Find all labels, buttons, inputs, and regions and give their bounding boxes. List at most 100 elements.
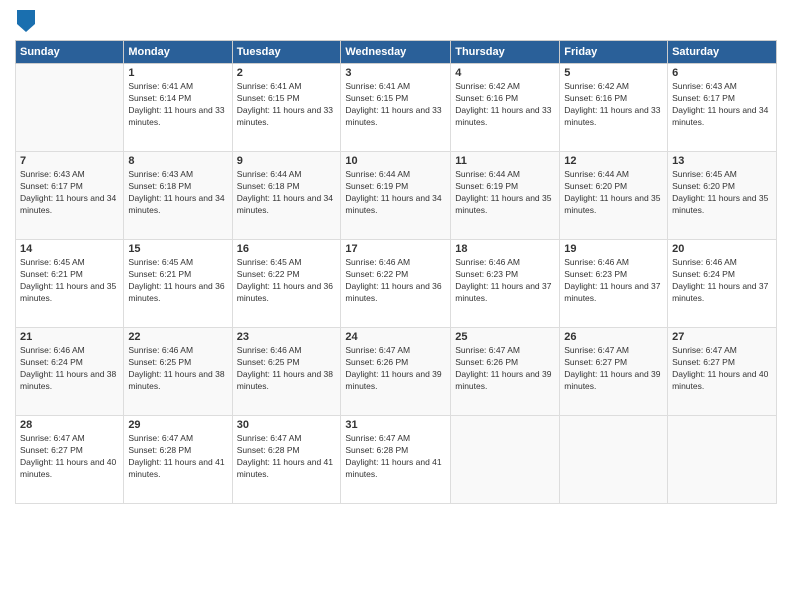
day-cell: 26 Sunrise: 6:47 AMSunset: 6:27 PMDayligh… [560, 328, 668, 416]
day-cell: 10Sunrise: 6:44 AMSunset: 6:19 PMDayligh… [341, 152, 451, 240]
day-info: Sunrise: 6:46 AMSunset: 6:25 PMDaylight:… [237, 345, 337, 393]
day-number: 4 [455, 67, 555, 79]
day-info: Sunrise: 6:46 AMSunset: 6:22 PMDaylight:… [345, 257, 446, 305]
day-info: Sunrise: 6:47 AMSunset: 6:26 PMDaylight:… [345, 345, 446, 393]
day-number: 9 [237, 155, 337, 167]
day-cell: 20 Sunrise: 6:46 AMSunset: 6:24 PMDayligh… [668, 240, 777, 328]
week-row-5: 28Sunrise: 6:47 AMSunset: 6:27 PMDayligh… [16, 416, 777, 504]
day-info: Sunrise: 6:46 AMSunset: 6:23 PMDaylight:… [564, 257, 663, 305]
day-cell: 8 Sunrise: 6:43 AMSunset: 6:18 PMDaylight… [124, 152, 232, 240]
day-number: 29 [128, 419, 227, 431]
day-cell: 13 Sunrise: 6:45 AMSunset: 6:20 PMDayligh… [668, 152, 777, 240]
day-cell: 7 Sunrise: 6:43 AMSunset: 6:17 PMDaylight… [16, 152, 124, 240]
week-row-1: 1 Sunrise: 6:41 AMSunset: 6:14 PMDaylight… [16, 64, 777, 152]
day-info: Sunrise: 6:45 AMSunset: 6:22 PMDaylight:… [237, 257, 337, 305]
day-cell: 12Sunrise: 6:44 AMSunset: 6:20 PMDayligh… [560, 152, 668, 240]
day-cell: 22 Sunrise: 6:46 AMSunset: 6:25 PMDayligh… [124, 328, 232, 416]
weekday-monday: Monday [124, 41, 232, 64]
day-cell: 21 Sunrise: 6:46 AMSunset: 6:24 PMDayligh… [16, 328, 124, 416]
day-number: 25 [455, 331, 555, 343]
day-cell [560, 416, 668, 504]
page: SundayMondayTuesdayWednesdayThursdayFrid… [0, 0, 792, 612]
day-cell: 2 Sunrise: 6:41 AMSunset: 6:15 PMDaylight… [232, 64, 341, 152]
day-number: 26 [564, 331, 663, 343]
day-info: Sunrise: 6:47 AMSunset: 6:26 PMDaylight:… [455, 345, 555, 393]
day-number: 27 [672, 331, 772, 343]
day-number: 18 [455, 243, 555, 255]
weekday-tuesday: Tuesday [232, 41, 341, 64]
day-info: Sunrise: 6:46 AMSunset: 6:24 PMDaylight:… [20, 345, 119, 393]
day-info: Sunrise: 6:42 AMSunset: 6:16 PMDaylight:… [564, 81, 663, 129]
day-info: Sunrise: 6:46 AMSunset: 6:25 PMDaylight:… [128, 345, 227, 393]
day-info: Sunrise: 6:47 AMSunset: 6:28 PMDaylight:… [345, 433, 446, 481]
day-cell [668, 416, 777, 504]
day-info: Sunrise: 6:41 AMSunset: 6:14 PMDaylight:… [128, 81, 227, 129]
day-cell: 18 Sunrise: 6:46 AMSunset: 6:23 PMDayligh… [451, 240, 560, 328]
day-info: Sunrise: 6:45 AMSunset: 6:20 PMDaylight:… [672, 169, 772, 217]
day-number: 7 [20, 155, 119, 167]
logo-icon [17, 10, 35, 32]
day-number: 30 [237, 419, 337, 431]
weekday-sunday: Sunday [16, 41, 124, 64]
day-number: 14 [20, 243, 119, 255]
weekday-friday: Friday [560, 41, 668, 64]
day-number: 31 [345, 419, 446, 431]
day-number: 3 [345, 67, 446, 79]
day-cell: 11Sunrise: 6:44 AMSunset: 6:19 PMDayligh… [451, 152, 560, 240]
day-cell: 9 Sunrise: 6:44 AMSunset: 6:18 PMDaylight… [232, 152, 341, 240]
day-cell: 30 Sunrise: 6:47 AMSunset: 6:28 PMDayligh… [232, 416, 341, 504]
day-number: 23 [237, 331, 337, 343]
day-info: Sunrise: 6:43 AMSunset: 6:18 PMDaylight:… [128, 169, 227, 217]
day-info: Sunrise: 6:44 AMSunset: 6:18 PMDaylight:… [237, 169, 337, 217]
day-number: 24 [345, 331, 446, 343]
day-cell: 24 Sunrise: 6:47 AMSunset: 6:26 PMDayligh… [341, 328, 451, 416]
day-info: Sunrise: 6:44 AMSunset: 6:19 PMDaylight:… [345, 169, 446, 217]
weekday-thursday: Thursday [451, 41, 560, 64]
day-info: Sunrise: 6:46 AMSunset: 6:24 PMDaylight:… [672, 257, 772, 305]
day-number: 2 [237, 67, 337, 79]
day-cell: 14 Sunrise: 6:45 AMSunset: 6:21 PMDayligh… [16, 240, 124, 328]
day-number: 11 [455, 155, 555, 167]
day-number: 15 [128, 243, 227, 255]
day-cell: 31 Sunrise: 6:47 AMSunset: 6:28 PMDayligh… [341, 416, 451, 504]
week-row-2: 7 Sunrise: 6:43 AMSunset: 6:17 PMDaylight… [16, 152, 777, 240]
logo [15, 10, 35, 32]
day-cell: 5 Sunrise: 6:42 AMSunset: 6:16 PMDaylight… [560, 64, 668, 152]
day-cell: 17Sunrise: 6:46 AMSunset: 6:22 PMDayligh… [341, 240, 451, 328]
day-number: 21 [20, 331, 119, 343]
day-cell: 25 Sunrise: 6:47 AMSunset: 6:26 PMDayligh… [451, 328, 560, 416]
day-info: Sunrise: 6:47 AMSunset: 6:28 PMDaylight:… [237, 433, 337, 481]
day-number: 5 [564, 67, 663, 79]
day-number: 8 [128, 155, 227, 167]
weekday-saturday: Saturday [668, 41, 777, 64]
day-info: Sunrise: 6:43 AMSunset: 6:17 PMDaylight:… [20, 169, 119, 217]
day-info: Sunrise: 6:45 AMSunset: 6:21 PMDaylight:… [20, 257, 119, 305]
day-cell: 28Sunrise: 6:47 AMSunset: 6:27 PMDayligh… [16, 416, 124, 504]
day-cell [451, 416, 560, 504]
week-row-4: 21 Sunrise: 6:46 AMSunset: 6:24 PMDayligh… [16, 328, 777, 416]
day-info: Sunrise: 6:41 AMSunset: 6:15 PMDaylight:… [345, 81, 446, 129]
day-number: 28 [20, 419, 119, 431]
day-cell: 15Sunrise: 6:45 AMSunset: 6:21 PMDayligh… [124, 240, 232, 328]
header [15, 10, 777, 32]
day-info: Sunrise: 6:43 AMSunset: 6:17 PMDaylight:… [672, 81, 772, 129]
day-cell: 6 Sunrise: 6:43 AMSunset: 6:17 PMDaylight… [668, 64, 777, 152]
day-cell: 29 Sunrise: 6:47 AMSunset: 6:28 PMDayligh… [124, 416, 232, 504]
day-cell: 1 Sunrise: 6:41 AMSunset: 6:14 PMDaylight… [124, 64, 232, 152]
day-info: Sunrise: 6:47 AMSunset: 6:28 PMDaylight:… [128, 433, 227, 481]
week-row-3: 14 Sunrise: 6:45 AMSunset: 6:21 PMDayligh… [16, 240, 777, 328]
weekday-header-row: SundayMondayTuesdayWednesdayThursdayFrid… [16, 41, 777, 64]
day-number: 6 [672, 67, 772, 79]
day-info: Sunrise: 6:42 AMSunset: 6:16 PMDaylight:… [455, 81, 555, 129]
day-cell: 3 Sunrise: 6:41 AMSunset: 6:15 PMDaylight… [341, 64, 451, 152]
day-number: 1 [128, 67, 227, 79]
day-info: Sunrise: 6:47 AMSunset: 6:27 PMDaylight:… [672, 345, 772, 393]
day-number: 13 [672, 155, 772, 167]
day-info: Sunrise: 6:44 AMSunset: 6:20 PMDaylight:… [564, 169, 663, 217]
day-number: 16 [237, 243, 337, 255]
day-number: 22 [128, 331, 227, 343]
day-number: 20 [672, 243, 772, 255]
day-info: Sunrise: 6:46 AMSunset: 6:23 PMDaylight:… [455, 257, 555, 305]
day-info: Sunrise: 6:41 AMSunset: 6:15 PMDaylight:… [237, 81, 337, 129]
day-info: Sunrise: 6:47 AMSunset: 6:27 PMDaylight:… [564, 345, 663, 393]
